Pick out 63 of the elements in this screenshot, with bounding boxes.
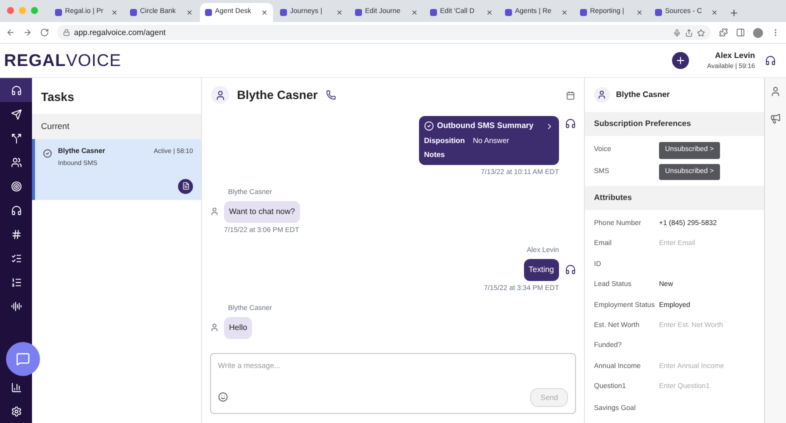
plus-icon <box>675 55 686 66</box>
person-icon <box>210 207 219 216</box>
site-favicon <box>655 9 662 16</box>
tasks-title: Tasks <box>40 89 76 106</box>
site-favicon <box>280 9 287 16</box>
section-header: Subscription Preferences <box>585 112 764 136</box>
close-icon[interactable] <box>111 9 118 16</box>
extensions-icon[interactable] <box>719 28 728 37</box>
close-icon[interactable] <box>561 9 568 16</box>
summary-title: Outbound SMS Summary <box>437 120 534 132</box>
close-icon[interactable] <box>336 9 343 16</box>
section-header: Current <box>32 114 201 139</box>
headset-icon[interactable] <box>765 55 776 66</box>
microphone-icon[interactable] <box>673 28 681 36</box>
forward-icon[interactable] <box>23 28 32 37</box>
lock-icon <box>63 29 70 36</box>
close-icon[interactable] <box>186 9 193 16</box>
chevron-right-icon <box>545 122 554 130</box>
site-favicon <box>580 9 587 16</box>
person-icon <box>211 86 229 104</box>
share-icon[interactable] <box>685 28 693 36</box>
site-favicon <box>355 9 362 16</box>
add-button[interactable] <box>672 52 690 69</box>
site-favicon <box>205 9 212 16</box>
site-favicon <box>55 9 62 16</box>
contact-name: Blythe Casner <box>237 87 318 104</box>
site-favicon <box>505 9 512 16</box>
headset-icon <box>565 118 576 129</box>
site-favicon <box>130 9 137 16</box>
close-icon[interactable] <box>411 9 418 16</box>
calendar-icon[interactable] <box>566 90 575 100</box>
profile-name: Blythe Casner <box>616 89 670 101</box>
document-icon <box>182 182 190 190</box>
site-favicon <box>430 9 437 16</box>
star-icon[interactable] <box>697 28 705 36</box>
profile-avatar[interactable] <box>753 28 763 38</box>
back-icon[interactable] <box>6 28 15 37</box>
person-icon[interactable] <box>770 86 781 97</box>
close-icon[interactable] <box>636 9 643 16</box>
emoji-icon[interactable] <box>218 392 228 402</box>
address-bar[interactable]: app.regalvoice.com/agent <box>57 25 711 40</box>
check-circle-icon <box>43 148 52 158</box>
reload-icon[interactable] <box>40 28 49 37</box>
phone-icon[interactable] <box>326 90 336 100</box>
chat-bubble-icon <box>16 352 30 366</box>
headset-icon <box>565 264 576 275</box>
message-bubble: Want to chat now? <box>224 200 300 222</box>
person-icon <box>210 323 219 332</box>
headset-icon[interactable] <box>0 78 32 102</box>
url-text: app.regalvoice.com/agent <box>74 26 166 38</box>
regalvoice-logo: REGALVOICE <box>4 50 122 72</box>
document-button[interactable] <box>178 178 193 194</box>
user-name: Alex Levin <box>714 50 755 62</box>
megaphone-icon[interactable] <box>770 113 781 124</box>
message-bubble: Texting <box>524 258 559 280</box>
new-tab-icon[interactable] <box>729 8 739 18</box>
person-icon <box>594 87 610 103</box>
section-header: Attributes <box>585 186 764 210</box>
side-panel-icon[interactable] <box>736 28 745 37</box>
close-icon[interactable] <box>711 9 718 16</box>
message-bubble: Hello <box>224 316 252 338</box>
close-icon[interactable] <box>486 9 493 16</box>
close-icon[interactable] <box>261 9 268 16</box>
